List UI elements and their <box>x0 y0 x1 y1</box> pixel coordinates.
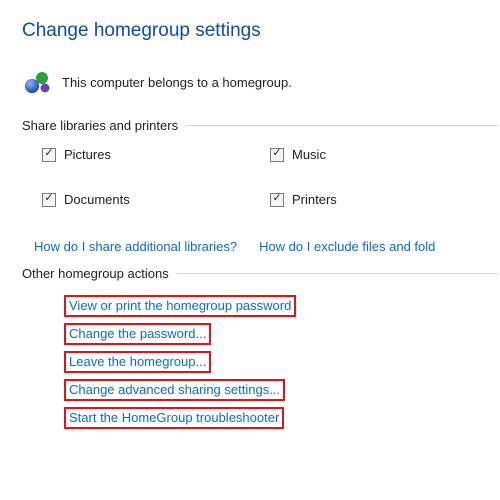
divider <box>186 125 498 126</box>
checkmark-icon <box>42 148 56 162</box>
checkmark-icon <box>270 193 284 207</box>
checkmark-icon <box>270 148 284 162</box>
share-section-label: Share libraries and printers <box>22 118 178 133</box>
help-links: How do I share additional libraries? How… <box>34 239 498 254</box>
divider <box>177 273 498 274</box>
checkbox-label: Documents <box>64 192 130 207</box>
checkbox-printers[interactable]: Printers <box>270 192 498 207</box>
link-share-additional[interactable]: How do I share additional libraries? <box>34 239 237 254</box>
share-section-header: Share libraries and printers <box>22 118 498 133</box>
link-change-password[interactable]: Change the password... <box>69 326 206 341</box>
homegroup-status: This computer belongs to a homegroup. <box>22 68 498 96</box>
homegroup-icon <box>22 68 52 96</box>
checkmark-icon <box>42 193 56 207</box>
checkbox-pictures[interactable]: Pictures <box>42 147 270 162</box>
checkbox-music[interactable]: Music <box>270 147 498 162</box>
other-actions-header: Other homegroup actions <box>22 266 498 281</box>
link-view-password[interactable]: View or print the homegroup password <box>69 298 291 313</box>
share-checkboxes: Pictures Music Documents Printers <box>22 147 498 207</box>
checkbox-label: Printers <box>292 192 337 207</box>
checkbox-documents[interactable]: Documents <box>42 192 270 207</box>
link-leave-homegroup[interactable]: Leave the homegroup... <box>69 354 206 369</box>
checkbox-label: Music <box>292 147 326 162</box>
link-troubleshooter[interactable]: Start the HomeGroup troubleshooter <box>69 410 279 425</box>
other-actions-label: Other homegroup actions <box>22 266 169 281</box>
status-text: This computer belongs to a homegroup. <box>62 75 292 90</box>
link-advanced-sharing[interactable]: Change advanced sharing settings... <box>69 382 280 397</box>
page-title: Change homegroup settings <box>22 20 498 42</box>
other-actions-list: View or print the homegroup password Cha… <box>22 295 498 435</box>
link-exclude-files[interactable]: How do I exclude files and fold <box>259 239 435 254</box>
checkbox-label: Pictures <box>64 147 111 162</box>
